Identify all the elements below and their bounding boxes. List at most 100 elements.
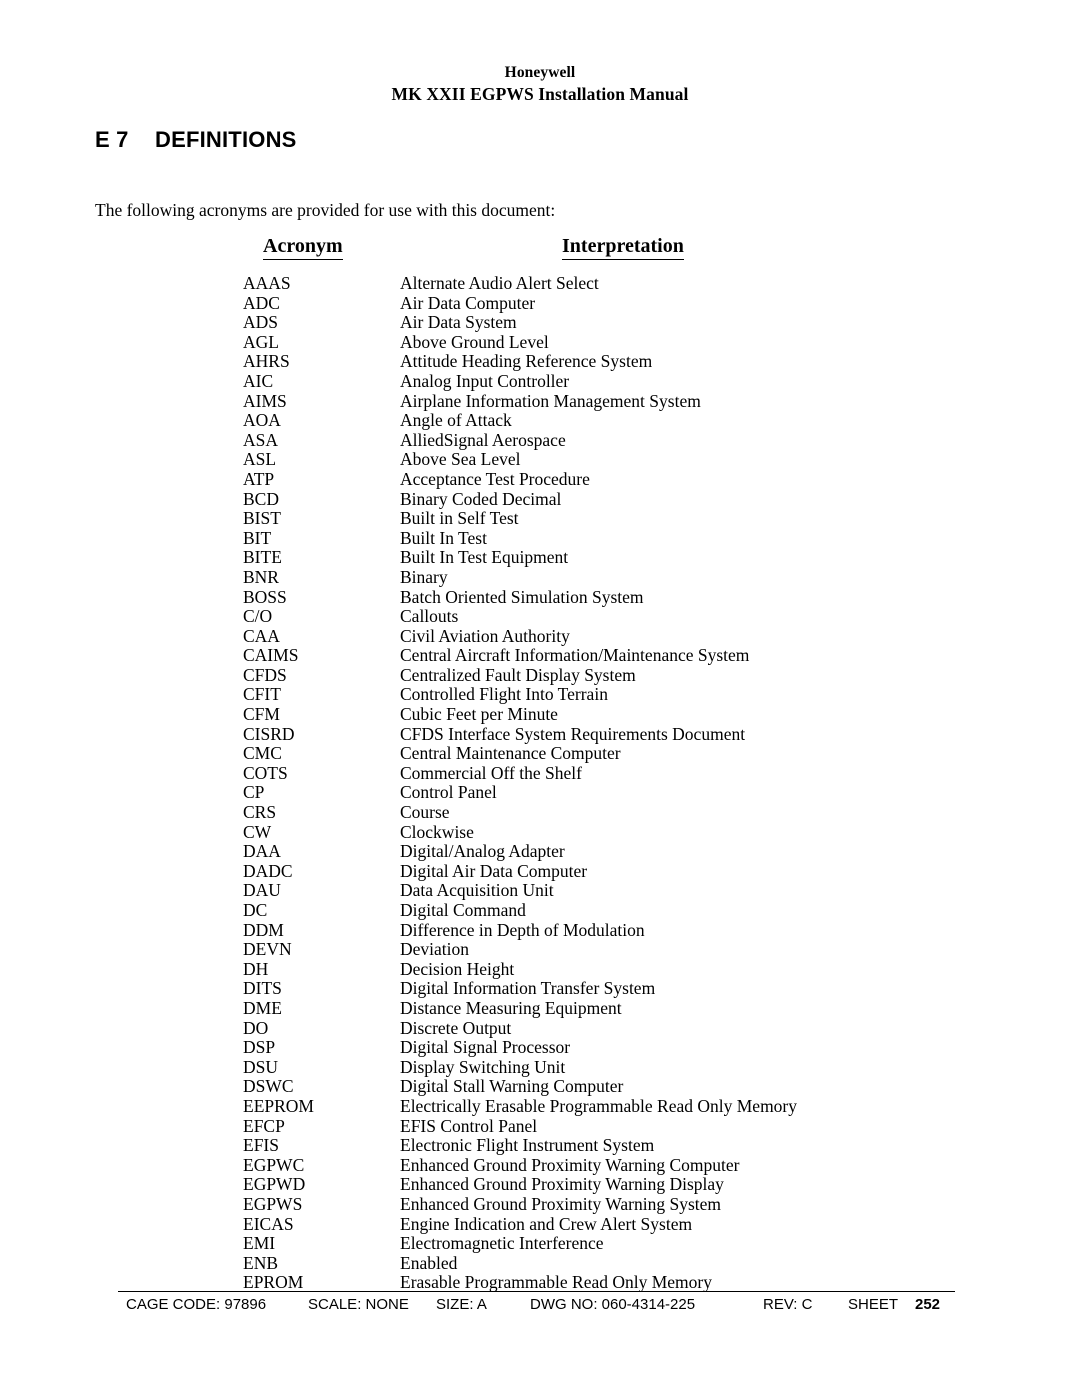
acronym-cell: DC bbox=[243, 900, 268, 920]
interpretation-cell: Discrete Output bbox=[400, 1017, 512, 1038]
interpretation-cell: Digital Command bbox=[400, 900, 526, 920]
table-row: CW Clockwise bbox=[243, 821, 1003, 843]
interpretation-cell: Enhanced Ground Proximity Warning Comput… bbox=[400, 1154, 740, 1175]
footer-size: SIZE: A bbox=[436, 1296, 487, 1313]
interpretation-cell: Electromagnetic Interference bbox=[400, 1233, 604, 1254]
table-row: ASA AlliedSignal Aerospace bbox=[243, 430, 1003, 451]
table-row: ENB Enabled bbox=[243, 1252, 1003, 1274]
interpretation-cell: Civil Aviation Authority bbox=[400, 625, 570, 646]
acronym-cell: DDM bbox=[243, 919, 284, 940]
table-row: AIMS Airplane Information Management Syst… bbox=[243, 390, 1003, 412]
acronym-cell: CW bbox=[243, 821, 272, 842]
table-row: DH Decision Height bbox=[243, 958, 1003, 980]
acronym-cell: EGPWC bbox=[243, 1154, 305, 1175]
acronym-cell: EFCP bbox=[243, 1115, 285, 1136]
acronym-cell: CFM bbox=[243, 704, 280, 725]
acronym-cell: AAAS bbox=[243, 273, 291, 293]
acronym-cell: AIC bbox=[243, 370, 274, 391]
interpretation-cell: Difference in Depth of Modulation bbox=[400, 919, 645, 940]
acronym-cell: CISRD bbox=[243, 723, 295, 744]
table-row: DSU Display Switching Unit bbox=[243, 1056, 1003, 1078]
table-row: EICAS Engine Indication and Crew Alert Sy… bbox=[243, 1213, 1003, 1235]
table-row: EEPROM Electrically Erasable Programmable… bbox=[243, 1095, 1003, 1117]
acronym-cell: BNR bbox=[243, 566, 279, 587]
interpretation-cell: Cubic Feet per Minute bbox=[400, 704, 558, 725]
acronym-cell: BOSS bbox=[243, 586, 287, 607]
acronym-cell: CFIT bbox=[243, 684, 281, 705]
acronym-cell: DME bbox=[243, 997, 282, 1018]
interpretation-cell: Digital Information Transfer System bbox=[400, 978, 656, 999]
interpretation-cell: Digital/Analog Adapter bbox=[400, 841, 565, 862]
footer-sheet-label: SHEET bbox=[848, 1296, 899, 1313]
acronym-cell: EGPWS bbox=[243, 1193, 303, 1214]
table-row: DADC Digital Air Data Computer bbox=[243, 861, 1003, 882]
section-heading: E 7 DEFINITIONS bbox=[95, 127, 297, 153]
interpretation-cell: Engine Indication and Crew Alert System bbox=[400, 1213, 693, 1234]
company-name: Honeywell bbox=[504, 64, 576, 81]
interpretation-cell: Acceptance Test Procedure bbox=[400, 468, 590, 489]
interpretation-cell: Control Panel bbox=[400, 782, 497, 803]
interpretation-cell: CFDS Interface System Requirements Docum… bbox=[400, 723, 746, 744]
table-row: CAA Civil Aviation Authority bbox=[243, 625, 1003, 647]
interpretation-cell: Analog Input Controller bbox=[400, 370, 570, 391]
interpretation-cell: Display Switching Unit bbox=[400, 1056, 566, 1077]
footer-sheet-number: 252 bbox=[915, 1296, 941, 1313]
interpretation-cell: Decision Height bbox=[400, 958, 515, 979]
footer-revision: REV: C bbox=[763, 1296, 813, 1313]
table-row: BIT Built In Test bbox=[243, 527, 1003, 549]
acronym-cell: CAIMS bbox=[243, 645, 299, 666]
table-row: CP Control Panel bbox=[243, 783, 1003, 803]
acronym-cell: BITE bbox=[243, 547, 282, 568]
column-header-interpretation: Interpretation bbox=[562, 234, 684, 260]
table-row: ATP Acceptance Test Procedure bbox=[243, 468, 1003, 490]
section-title: DEFINITIONS bbox=[155, 127, 297, 152]
table-row: DSP Digital Signal Processor bbox=[243, 1038, 1003, 1058]
acronym-cell: DH bbox=[243, 958, 269, 979]
acronym-definitions-table: Acronym Interpretation AAAS Alternate Aud… bbox=[243, 234, 1003, 1292]
interpretation-cell: Deviation bbox=[400, 939, 470, 960]
intro-paragraph: The following acronyms are provided for … bbox=[95, 200, 556, 220]
footer-scale: SCALE: NONE bbox=[308, 1296, 409, 1313]
acronym-cell: CRS bbox=[243, 802, 277, 823]
table-row: EGPWS Enhanced Ground Proximity Warning S… bbox=[243, 1193, 1003, 1215]
interpretation-cell: Above Ground Level bbox=[400, 331, 549, 352]
acronym-cell: EPROM bbox=[243, 1272, 304, 1293]
acronym-cell: DSP bbox=[243, 1037, 276, 1058]
table-row: CFDS Centralized Fault Display System bbox=[243, 665, 1003, 686]
table-row: EGPWD Enhanced Ground Proximity Warning D… bbox=[243, 1175, 1003, 1195]
table-row: AHRS Attitude Heading Reference System bbox=[243, 352, 1003, 372]
acronym-cell: DEVN bbox=[243, 939, 292, 960]
acronym-cell: DAA bbox=[243, 841, 281, 862]
acronym-cell: EEPROM bbox=[243, 1095, 314, 1116]
table-row: EMI Electromagnetic Interference bbox=[243, 1233, 1003, 1254]
interpretation-cell: EFIS Control Panel bbox=[400, 1115, 538, 1136]
acronym-cell: AHRS bbox=[243, 351, 290, 372]
acronym-cell: DITS bbox=[243, 978, 282, 999]
interpretation-cell: Angle of Attack bbox=[400, 410, 512, 431]
acronym-cell: AIMS bbox=[243, 390, 287, 411]
table-row: BITE Built In Test Equipment bbox=[243, 548, 1003, 568]
interpretation-cell: Air Data System bbox=[400, 312, 517, 333]
table-row: C/O Callouts bbox=[243, 606, 1003, 627]
table-row: DC Digital Command bbox=[243, 900, 1003, 921]
acronym-cell: CMC bbox=[243, 743, 282, 764]
footer-drawing-number: DWG NO: 060-4314-225 bbox=[530, 1296, 696, 1313]
acronym-cell: EFIS bbox=[243, 1135, 279, 1156]
table-row: EFCP EFIS Control Panel bbox=[243, 1115, 1003, 1137]
footer-fields: CAGE CODE: 97896 SCALE: NONE SIZE: A DWG… bbox=[118, 1292, 955, 1318]
acronym-cell: ADC bbox=[243, 292, 280, 313]
acronym-cell: DSU bbox=[243, 1056, 279, 1077]
interpretation-cell: Digital Signal Processor bbox=[400, 1037, 571, 1058]
table-row: DDM Difference in Depth of Modulation bbox=[243, 919, 1003, 941]
acronym-cell: BIT bbox=[243, 527, 272, 548]
table-row: EGPWC Enhanced Ground Proximity Warning C… bbox=[243, 1154, 1003, 1176]
interpretation-cell: Clockwise bbox=[400, 821, 474, 842]
table-row: BIST Built in Self Test bbox=[243, 509, 1003, 529]
interpretation-cell: Enabled bbox=[400, 1252, 458, 1273]
interpretation-cell: Erasable Programmable Read Only Memory bbox=[400, 1272, 712, 1293]
table-row: DITS Digital Information Transfer System bbox=[243, 979, 1003, 999]
interpretation-cell: Callouts bbox=[400, 606, 459, 627]
table-row: EFIS Electronic Flight Instrument System bbox=[243, 1136, 1003, 1156]
interpretation-cell: Binary bbox=[400, 566, 448, 587]
table-row: BCD Binary Coded Decimal bbox=[243, 489, 1003, 510]
